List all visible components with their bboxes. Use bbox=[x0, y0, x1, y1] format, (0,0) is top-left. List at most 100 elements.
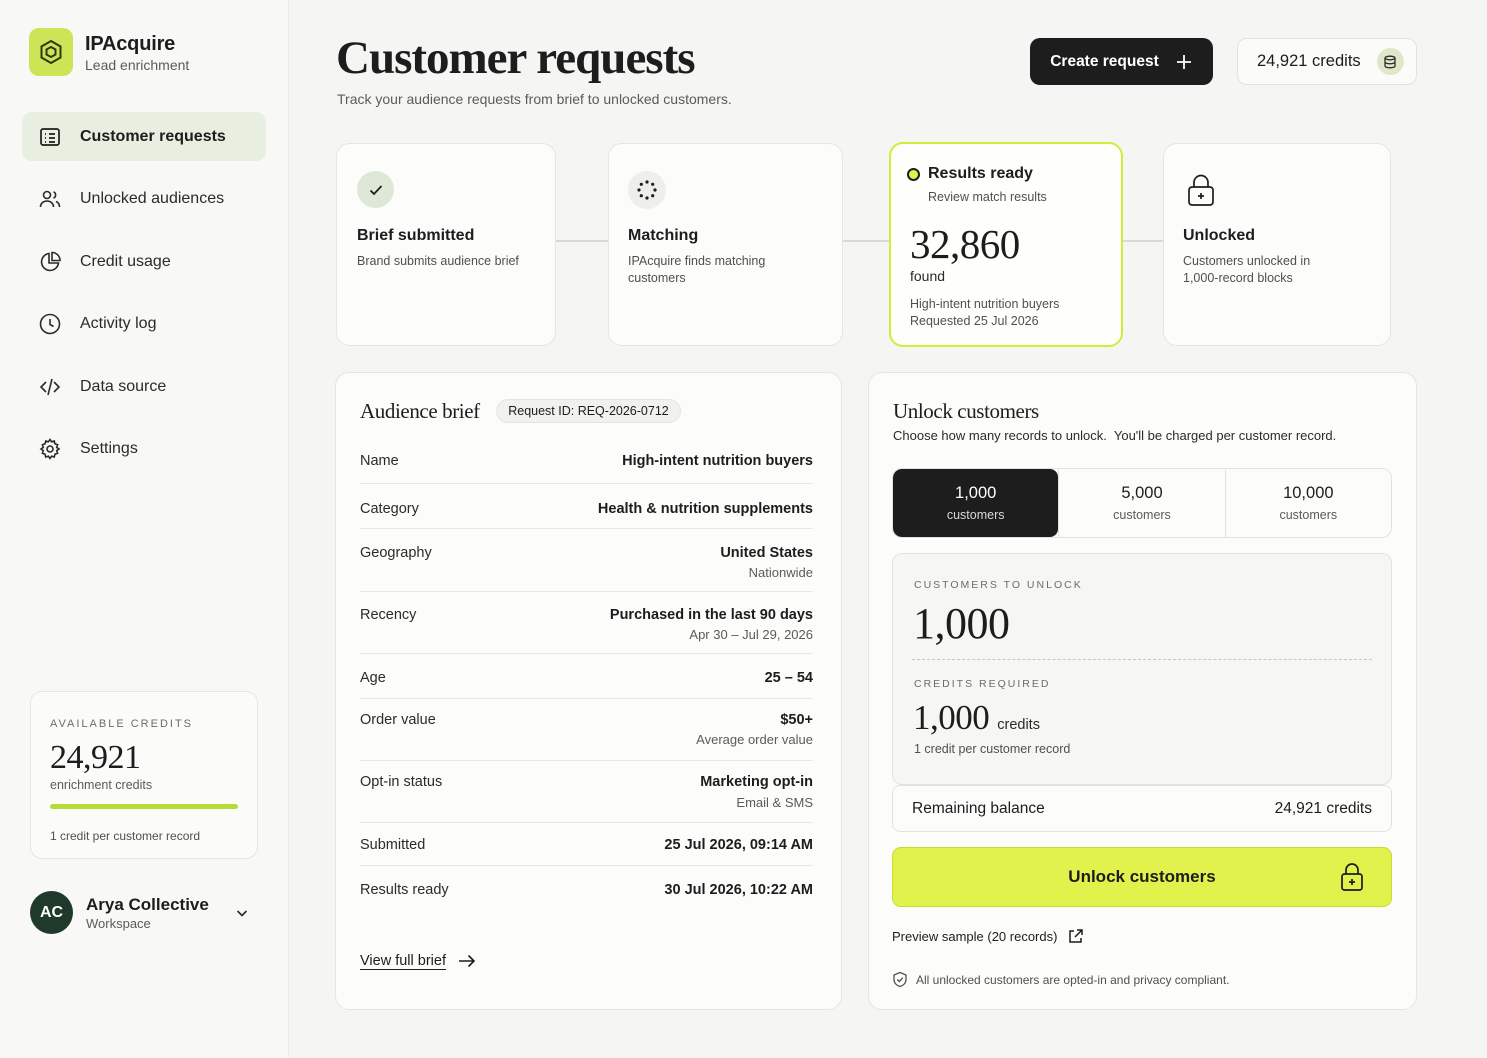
arrow-right-icon bbox=[458, 954, 476, 968]
brief-value: High-intent nutrition buyers bbox=[622, 453, 813, 469]
sidebar-item-label: Customer requests bbox=[80, 127, 226, 145]
brief-value: Health & nutrition supplements bbox=[597, 501, 813, 517]
step-unlocked[interactable]: Unlocked Customers unlocked in 1,000-rec… bbox=[1163, 143, 1391, 346]
results-count: 32,860 bbox=[910, 221, 1020, 267]
sidebar-item-credit-usage[interactable]: Credit usage bbox=[22, 237, 266, 286]
brief-key: Results ready bbox=[360, 882, 449, 898]
lock-icon bbox=[1188, 174, 1214, 206]
brand[interactable]: IPAcquire Lead enrichment bbox=[29, 28, 189, 76]
step-brief-submitted[interactable]: Brief submitted Brand submits audience b… bbox=[336, 143, 556, 346]
step-connector bbox=[1122, 240, 1164, 242]
brief-row-results-ready: Results ready 30 Jul 2026, 10:22 AM bbox=[360, 866, 813, 911]
option-count: 10,000 bbox=[1283, 484, 1334, 502]
step-connector bbox=[843, 240, 890, 242]
step-description: IPAcquire finds matching customers bbox=[628, 254, 766, 285]
remaining-balance: Remaining balance 24,921 credits bbox=[892, 785, 1392, 832]
sidebar-item-label: Unlocked audiences bbox=[80, 190, 225, 207]
brief-row-category: Category Health & nutrition supplements bbox=[360, 484, 813, 529]
remaining-balance-label: Remaining balance bbox=[912, 799, 1045, 817]
unlock-title: Unlock customers bbox=[893, 399, 1039, 423]
results-count-label: found bbox=[910, 268, 946, 284]
sidebar-item-label: Settings bbox=[80, 440, 138, 457]
audience-brief-title: Audience brief bbox=[360, 399, 480, 423]
option-count: 5,000 bbox=[1121, 484, 1163, 502]
credits-value: 24,921 bbox=[50, 739, 141, 776]
unlock-customers-label: Unlock customers bbox=[1068, 867, 1216, 886]
brief-key: Name bbox=[360, 453, 399, 469]
preview-sample-link[interactable]: Preview sample (20 records) bbox=[892, 928, 1084, 945]
credits-progress-bar bbox=[50, 804, 238, 809]
credits-unit: enrichment credits bbox=[50, 778, 153, 792]
step-description: Brand submits audience brief bbox=[357, 254, 519, 268]
avatar: AC bbox=[30, 891, 73, 934]
brief-key: Order value bbox=[360, 712, 436, 728]
customers-to-unlock-value: 1,000 bbox=[913, 599, 1010, 648]
sidebar-item-customer-requests[interactable]: Customer requests bbox=[22, 112, 266, 161]
step-title: Matching bbox=[628, 227, 699, 244]
brand-name: IPAcquire bbox=[85, 33, 176, 55]
spinner-icon bbox=[628, 171, 666, 209]
step-results-ready[interactable]: Results ready Review match results 32,86… bbox=[889, 142, 1123, 347]
unlock-customers-button[interactable]: Unlock customers bbox=[892, 847, 1392, 907]
sidebar-item-activity-log[interactable]: Activity log bbox=[22, 300, 266, 349]
page-subtitle: Track your audience requests from brief … bbox=[337, 91, 732, 107]
brief-detail: Nationwide bbox=[748, 565, 813, 580]
sidebar-item-settings[interactable]: Settings bbox=[22, 425, 266, 474]
external-link-icon bbox=[1069, 929, 1084, 943]
results-requested-date: Requested 25 Jul 2026 bbox=[910, 314, 1039, 328]
credits-required-note: 1 credit per customer record bbox=[914, 742, 1071, 756]
summary-divider bbox=[912, 659, 1372, 660]
brand-subtitle: Lead enrichment bbox=[85, 57, 190, 73]
sidebar-item-data-source[interactable]: Data source bbox=[22, 362, 266, 411]
brief-key: Geography bbox=[360, 545, 432, 561]
brief-detail: Email & SMS bbox=[736, 795, 813, 810]
remaining-balance-value: 24,921 credits bbox=[1274, 799, 1372, 817]
lock-icon bbox=[1341, 863, 1363, 891]
sidebar-item-label: Data source bbox=[80, 377, 167, 395]
clock-icon bbox=[38, 312, 62, 336]
brief-row-recency: Recency Purchased in the last 90 days Ap… bbox=[360, 592, 813, 654]
create-request-button[interactable]: Create request bbox=[1030, 38, 1213, 85]
active-dot-icon bbox=[907, 168, 920, 181]
customers-to-unlock-label: CUSTOMERS TO UNLOCK bbox=[914, 579, 1083, 591]
database-icon bbox=[1376, 48, 1404, 75]
hexagon-logo-icon bbox=[29, 28, 73, 76]
credits-note: 1 credit per customer record bbox=[50, 829, 201, 843]
credits-balance-pill[interactable]: 24,921 credits bbox=[1237, 38, 1417, 85]
step-description: Customers unlocked in 1,000-record block… bbox=[1183, 254, 1311, 285]
brief-value: Marketing opt-in bbox=[700, 774, 813, 790]
brief-row-name: Name High-intent nutrition buyers bbox=[360, 441, 813, 484]
credits-balance-label: 24,921 credits bbox=[1257, 52, 1361, 70]
gear-icon bbox=[38, 437, 62, 461]
brief-row-order-value: Order value $50+ Average order value bbox=[360, 699, 813, 761]
sidebar-item-unlocked-audiences[interactable]: Unlocked audiences bbox=[22, 175, 266, 224]
request-id-badge: Request ID: REQ-2026-0712 bbox=[496, 399, 681, 423]
credits-required-value: 1,000 bbox=[913, 698, 990, 737]
option-10000-customers[interactable]: 10,000 customers bbox=[1224, 469, 1391, 537]
workspace-label: Workspace bbox=[86, 916, 151, 931]
option-1000-customers[interactable]: 1,000 customers bbox=[893, 469, 1059, 537]
brief-key: Age bbox=[360, 670, 386, 686]
unlock-customers-card: Unlock customers Choose how many records… bbox=[868, 372, 1417, 1010]
available-credits-card: AVAILABLE CREDITS 24,921 enrichment cred… bbox=[30, 691, 258, 859]
view-full-brief-link[interactable]: View full brief bbox=[360, 953, 476, 969]
step-title: Brief submitted bbox=[357, 227, 475, 244]
unlock-summary: CUSTOMERS TO UNLOCK 1,000 CREDITS REQUIR… bbox=[892, 553, 1392, 785]
view-full-brief-label: View full brief bbox=[360, 953, 446, 969]
option-unit: customers bbox=[1279, 508, 1338, 522]
preview-sample-label: Preview sample (20 records) bbox=[892, 929, 1058, 944]
workspace-switcher[interactable]: AC Arya Collective Workspace bbox=[30, 891, 258, 934]
sidebar: IPAcquire Lead enrichment Customer reque… bbox=[0, 0, 289, 1058]
option-5000-customers[interactable]: 5,000 customers bbox=[1058, 469, 1224, 537]
compliance-text: All unlocked customers are opted-in and … bbox=[916, 972, 1230, 987]
step-title: Results ready bbox=[928, 165, 1033, 182]
brief-row-geography: Geography United States Nationwide bbox=[360, 529, 813, 592]
compliance-note: All unlocked customers are opted-in and … bbox=[892, 971, 1230, 988]
step-title: Unlocked bbox=[1183, 227, 1256, 244]
step-matching[interactable]: Matching IPAcquire finds matching custom… bbox=[608, 143, 843, 346]
credits-required-label: CREDITS REQUIRED bbox=[914, 678, 1051, 690]
results-audience: High-intent nutrition buyers bbox=[910, 297, 1060, 311]
brief-value: 30 Jul 2026, 10:22 AM bbox=[664, 882, 813, 898]
list-icon bbox=[38, 125, 62, 149]
brief-value: 25 Jul 2026, 09:14 AM bbox=[664, 837, 813, 853]
